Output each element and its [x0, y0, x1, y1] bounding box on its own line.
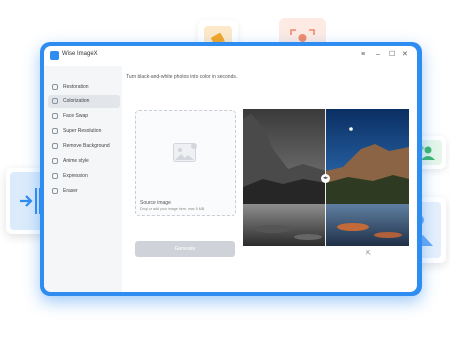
- sidebar-item-label: Colorization: [63, 98, 90, 104]
- remove-background-icon: [52, 143, 58, 149]
- compare-slider-handle[interactable]: ◂▸: [321, 174, 330, 183]
- app-title: Wise ImageX: [62, 51, 98, 57]
- sidebar-item-face-swap[interactable]: Face Swap: [48, 110, 120, 123]
- app-window: Wise ImageX ≡ – ☐ ✕ Restoration Coloriza…: [44, 46, 417, 292]
- generate-button[interactable]: Generate: [135, 241, 235, 257]
- sidebar-item-colorization[interactable]: Colorization: [48, 95, 120, 108]
- sidebar-item-label: Restoration: [63, 84, 89, 90]
- sidebar-item-label: Remove Background: [63, 143, 110, 149]
- sidebar-item-super-resolution[interactable]: Super Resolution: [48, 125, 120, 138]
- anime-style-icon: [52, 158, 58, 164]
- source-image-dropzone[interactable]: Source image Drop or add your image here…: [135, 110, 236, 216]
- page-hint: Turn black-and-white photos into color i…: [126, 74, 238, 80]
- sidebar-item-remove-background[interactable]: Remove Background: [48, 140, 120, 153]
- sidebar-item-anime-style[interactable]: Anime style: [48, 155, 120, 168]
- dropzone-title: Source image: [140, 200, 171, 206]
- export-icon[interactable]: ⇱: [366, 250, 371, 257]
- sidebar-item-expression[interactable]: Expression: [48, 170, 120, 183]
- colorization-icon: [52, 98, 58, 104]
- sidebar-item-label: Super Resolution: [63, 128, 102, 134]
- compare-preview[interactable]: ◂▸: [243, 109, 409, 246]
- maximize-button[interactable]: ☐: [389, 50, 395, 60]
- sidebar-item-label: Anime style: [63, 158, 89, 164]
- eraser-icon: [52, 188, 58, 194]
- titlebar: Wise ImageX ≡ – ☐ ✕: [44, 46, 417, 66]
- sidebar-item-eraser[interactable]: Eraser: [48, 185, 120, 198]
- app-logo-icon: [50, 51, 59, 60]
- minimize-button[interactable]: –: [376, 50, 380, 60]
- sidebar: Restoration Colorization Face Swap Super…: [44, 66, 122, 292]
- dropzone-subtitle: Drop or add your image here, max 5 MB.: [140, 207, 206, 211]
- expression-icon: [52, 173, 58, 179]
- close-button[interactable]: ✕: [402, 50, 408, 60]
- sidebar-item-label: Face Swap: [63, 113, 89, 119]
- sidebar-item-restoration[interactable]: Restoration: [48, 81, 120, 94]
- menu-icon[interactable]: ≡: [361, 50, 365, 60]
- restoration-icon: [52, 84, 58, 90]
- main-panel: Turn black-and-white photos into color i…: [122, 66, 417, 292]
- sidebar-item-label: Eraser: [63, 188, 78, 194]
- image-placeholder-icon: [173, 143, 197, 162]
- face-swap-icon: [52, 113, 58, 119]
- sidebar-item-label: Expression: [63, 173, 88, 179]
- super-resolution-icon: [52, 128, 58, 134]
